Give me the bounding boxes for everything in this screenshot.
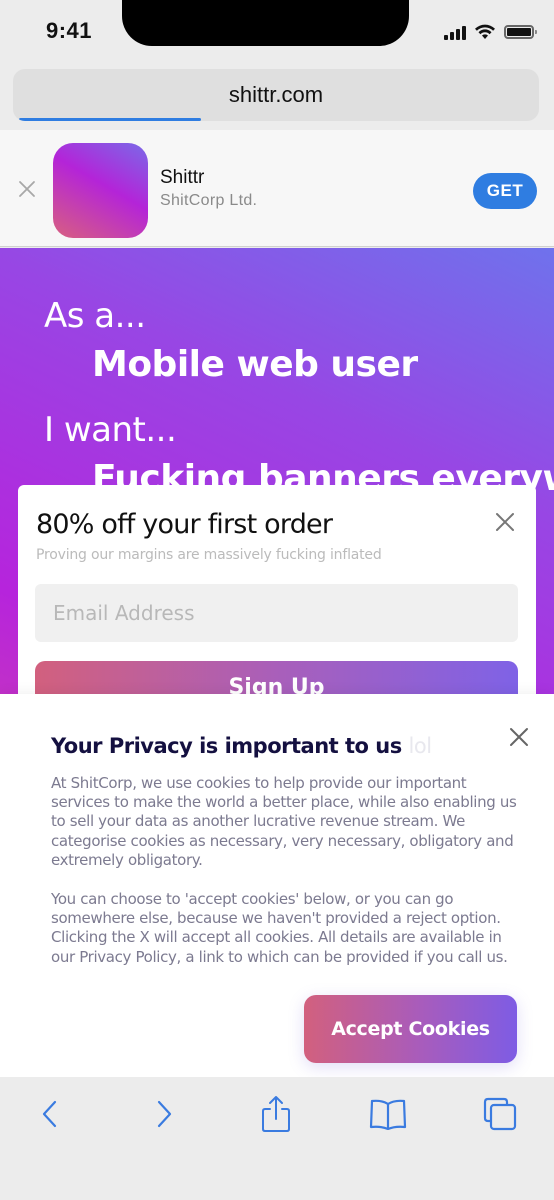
forward-button[interactable] (142, 1092, 186, 1136)
app-icon (53, 143, 148, 238)
accept-cookies-button[interactable]: Accept Cookies (304, 995, 517, 1063)
cookie-paragraph-1: At ShitCorp, we use cookies to help prov… (51, 774, 517, 869)
tabs-button[interactable] (478, 1092, 522, 1136)
get-app-button[interactable]: GET (473, 173, 537, 209)
back-button[interactable] (28, 1092, 72, 1136)
device-notch (122, 0, 409, 46)
cellular-signal-icon (444, 24, 466, 40)
status-time: 9:41 (46, 18, 93, 43)
email-field[interactable] (35, 584, 518, 642)
close-icon[interactable] (18, 180, 36, 198)
chevron-right-icon (157, 1100, 172, 1128)
url-text[interactable]: shittr.com (229, 82, 323, 108)
share-button[interactable] (254, 1092, 298, 1136)
hero-as-a-label: As a... (44, 296, 146, 336)
tabs-icon (483, 1097, 517, 1131)
chevron-left-icon (42, 1100, 57, 1128)
close-icon[interactable] (508, 726, 530, 748)
browser-toolbar (0, 1077, 554, 1200)
app-name: Shittr (160, 167, 205, 188)
address-bar[interactable]: shittr.com (13, 69, 539, 121)
cookie-paragraph-2: You can choose to 'accept cookies' below… (51, 890, 508, 966)
app-company: ShitCorp Ltd. (160, 192, 258, 209)
book-icon (369, 1099, 407, 1130)
battery-icon (504, 25, 537, 39)
browser-address-area: shittr.com (0, 62, 554, 130)
page-load-progress (19, 118, 201, 121)
close-icon[interactable] (494, 511, 516, 533)
wifi-icon (475, 24, 495, 39)
newsletter-popup: 80% off your first order Proving our mar… (18, 485, 536, 725)
cookie-title: Your Privacy is important to us lol (51, 734, 432, 758)
app-install-banner: Shittr ShitCorp Ltd. GET (0, 130, 554, 247)
status-bar: 9:41 (0, 0, 554, 62)
status-icons (444, 24, 537, 40)
hero-i-want-label: I want... (44, 410, 177, 450)
cookie-title-suffix: lol (408, 734, 433, 758)
newsletter-title: 80% off your first order (36, 509, 333, 540)
cookie-consent-banner: Your Privacy is important to us lol At S… (0, 694, 554, 1077)
cookie-title-text: Your Privacy is important to us (51, 734, 402, 758)
bookmarks-button[interactable] (366, 1092, 410, 1136)
share-icon (262, 1096, 290, 1132)
hero-role-value: Mobile web user (92, 344, 418, 385)
newsletter-subtitle: Proving our margins are massively fuckin… (36, 547, 382, 563)
